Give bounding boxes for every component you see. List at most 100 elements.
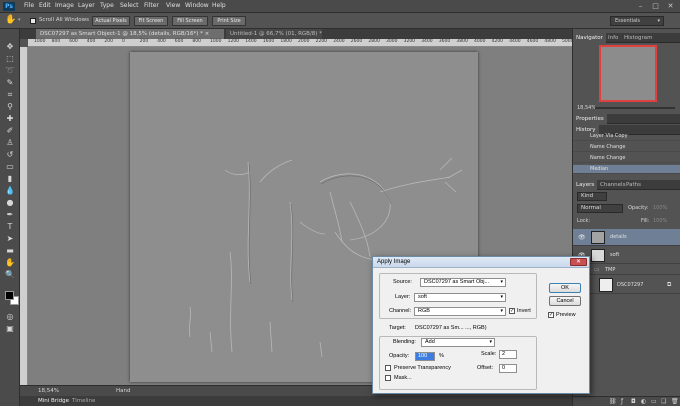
trash-icon[interactable]: 🗑	[671, 398, 679, 405]
opacity-input[interactable]: 100	[415, 352, 435, 361]
ruler-tick-label: 2600	[350, 39, 363, 44]
fill-screen-button[interactable]: Fill Screen	[172, 16, 208, 26]
navigator-zoom[interactable]: 18,54%	[577, 105, 596, 111]
clone-stamp-tool-icon[interactable]: ♙	[4, 138, 16, 148]
zoom-level[interactable]: 18,54%	[38, 386, 59, 396]
tab-document-2[interactable]: Untitled-1 @ 66,7% (01, RGB/8) * ×	[226, 29, 322, 39]
ok-button[interactable]: OK	[549, 283, 581, 293]
gradient-tool-icon[interactable]: ▮	[4, 174, 16, 184]
layer-style-icon[interactable]: ƒ	[621, 398, 623, 405]
menu-select[interactable]: Select	[120, 2, 139, 9]
scale-input[interactable]: 2	[499, 350, 517, 359]
source-select[interactable]: DSC07297 as Smart Obj... ▾	[420, 278, 506, 287]
navigator-zoom-slider[interactable]	[595, 107, 675, 109]
ruler-tick-label: 600	[69, 39, 78, 44]
layer-group-name: TMP	[605, 267, 616, 273]
shape-tool-icon[interactable]: ▬	[4, 246, 16, 256]
history-item[interactable]: Layer Via Copy	[573, 132, 680, 141]
menu-filter[interactable]: Filter	[144, 2, 159, 9]
tab-paths[interactable]: Paths	[623, 180, 644, 190]
close-icon[interactable]: ×	[205, 31, 210, 37]
chevron-down-icon[interactable]: ▾	[18, 17, 21, 23]
blend-mode-select[interactable]: Normal	[577, 204, 623, 213]
menu-file[interactable]: File	[24, 2, 34, 9]
add-mask-icon[interactable]: ◘	[631, 398, 636, 405]
channel-select[interactable]: RGB ▾	[414, 307, 506, 316]
opacity-value[interactable]: 100%	[653, 205, 667, 211]
navigator-preview[interactable]	[599, 45, 657, 102]
marquee-tool-icon[interactable]: ⬚	[4, 54, 16, 64]
new-layer-icon[interactable]: ❏	[661, 398, 666, 405]
blur-tool-icon[interactable]: 💧	[4, 186, 16, 196]
brush-tool-icon[interactable]: ✐	[4, 126, 16, 136]
tab-info[interactable]: Info	[605, 33, 621, 43]
hand-tool-icon[interactable]: ✋	[4, 258, 16, 268]
maximize-icon[interactable]: □	[649, 1, 662, 11]
quick-mask-icon[interactable]: ◎	[4, 312, 16, 322]
menu-view[interactable]: View	[166, 2, 180, 9]
preview-checkbox[interactable]: ✓	[548, 312, 554, 318]
menu-type[interactable]: Type	[100, 2, 114, 9]
actual-pixels-button[interactable]: Actual Pixels	[92, 16, 130, 26]
preserve-transparency-checkbox[interactable]	[385, 365, 391, 371]
history-item[interactable]: Name Change	[573, 154, 680, 163]
ruler-tick-label: 0	[122, 39, 125, 44]
screen-mode-icon[interactable]: ▣	[4, 324, 16, 334]
adjustment-layer-icon[interactable]: ◐	[641, 398, 646, 405]
type-tool-icon[interactable]: T	[4, 222, 16, 232]
menu-window[interactable]: Window	[185, 2, 209, 9]
crop-tool-icon[interactable]: ⌗	[4, 90, 16, 100]
tab-layers[interactable]: Layers	[573, 180, 598, 190]
history-item-selected[interactable]: Median	[573, 165, 680, 174]
healing-brush-tool-icon[interactable]: ✚	[4, 114, 16, 124]
menu-layer[interactable]: Layer	[78, 2, 95, 9]
history-brush-tool-icon[interactable]: ↺	[4, 150, 16, 160]
menu-edit[interactable]: Edit	[39, 2, 51, 9]
eye-icon[interactable]: 👁	[578, 234, 586, 241]
close-icon[interactable]: ✕	[664, 1, 677, 11]
layer-filter-kind[interactable]: Kind	[577, 192, 607, 201]
foreground-color-swatch[interactable]	[5, 291, 14, 300]
tab-mini-bridge[interactable]: Mini Bridge	[38, 396, 69, 406]
layer-name: soft	[610, 252, 620, 258]
tab-document-1[interactable]: DSC07297 as Smart Object-1 @ 18,5% (deta…	[36, 29, 224, 39]
pen-tool-icon[interactable]: ✒	[4, 210, 16, 220]
ruler-tick-label: 4200	[491, 39, 504, 44]
move-tool-icon[interactable]: ✥	[4, 42, 16, 52]
dialog-close-icon[interactable]: ✕	[570, 258, 587, 266]
fill-value[interactable]: 100%	[653, 218, 667, 224]
chevron-down-icon: ▾	[500, 294, 503, 300]
layer-row-details[interactable]: 👁 details	[573, 229, 680, 246]
cancel-button[interactable]: Cancel	[549, 296, 581, 306]
dodge-tool-icon[interactable]: ●	[4, 198, 16, 208]
tab-properties[interactable]: Properties	[573, 114, 607, 124]
invert-checkbox[interactable]: ✓	[509, 308, 515, 314]
tab-navigator[interactable]: Navigator	[573, 33, 606, 43]
link-layers-icon[interactable]: ⛓	[609, 398, 617, 405]
menu-image[interactable]: Image	[55, 2, 74, 9]
minimize-icon[interactable]: –	[634, 1, 647, 11]
eraser-tool-icon[interactable]: ▭	[4, 162, 16, 172]
eyedropper-tool-icon[interactable]: ⚲	[4, 102, 16, 112]
workspace-select[interactable]: Essentials ▾	[610, 16, 664, 26]
new-group-icon[interactable]: ▭	[651, 398, 657, 405]
history-item[interactable]: Name Change	[573, 143, 680, 152]
quick-select-tool-icon[interactable]: ✎	[4, 78, 16, 88]
tab-histogram[interactable]: Histogram	[621, 33, 656, 43]
menu-help[interactable]: Help	[212, 2, 226, 9]
ruler-tick-label: 2200	[315, 39, 328, 44]
scroll-all-windows-checkbox[interactable]	[30, 18, 36, 24]
ruler-tick-label: 4000	[474, 39, 486, 44]
offset-input[interactable]: 0	[499, 364, 517, 373]
layer-thumbnail	[599, 278, 613, 292]
layers-footer: ⛓ ƒ ◘ ◐ ▭ ❏ 🗑	[573, 396, 680, 406]
fit-screen-button[interactable]: Fit Screen	[134, 16, 168, 26]
print-size-button[interactable]: Print Size	[212, 16, 246, 26]
layer-select[interactable]: soft ▾	[414, 293, 506, 302]
blending-select[interactable]: Add ▾	[421, 338, 495, 347]
zoom-tool-icon[interactable]: 🔍	[4, 270, 16, 280]
tab-timeline[interactable]: Timeline	[72, 396, 95, 406]
path-selection-tool-icon[interactable]: ➤	[4, 234, 16, 244]
mask-checkbox[interactable]	[385, 375, 391, 381]
lasso-tool-icon[interactable]: ➰	[4, 66, 16, 76]
